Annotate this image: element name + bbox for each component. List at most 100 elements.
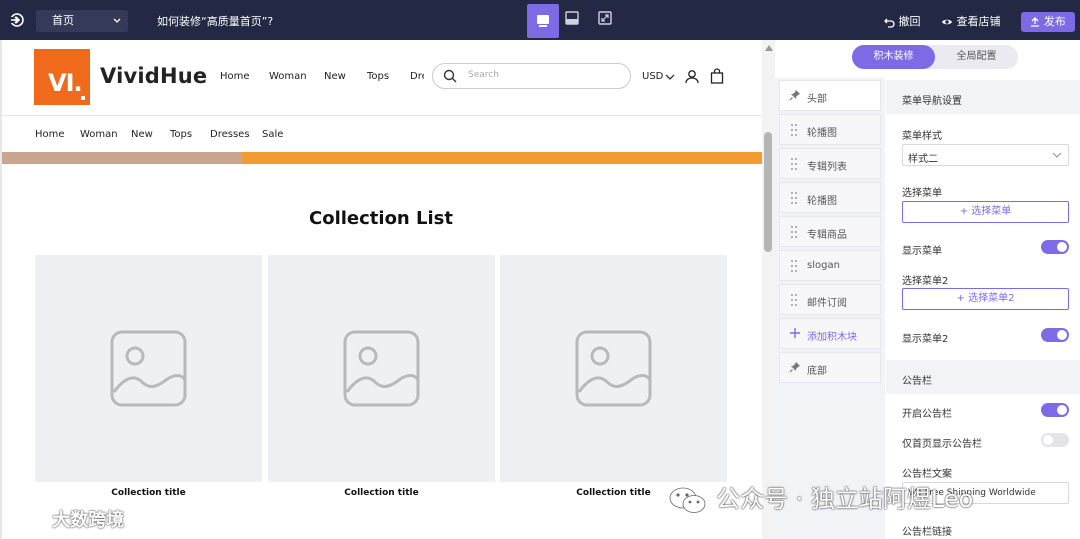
drag-handle-icon[interactable] xyxy=(791,124,797,136)
publish-label: 发布 xyxy=(1043,15,1066,28)
collection-card[interactable] xyxy=(268,255,495,482)
image-placeholder-icon xyxy=(343,330,420,407)
block-label: 轮播图 xyxy=(807,196,837,207)
collection-title[interactable]: Collection title xyxy=(35,488,262,498)
nav-primary-woman[interactable]: Woman xyxy=(269,71,307,82)
add-block-button[interactable]: 添加积木块 xyxy=(779,318,881,349)
block-footer[interactable]: 底部 xyxy=(779,352,881,383)
page-select-value: 首页 xyxy=(52,14,74,27)
block-label: slogan xyxy=(807,260,840,271)
undo-icon xyxy=(884,18,895,28)
publish-button[interactable]: 发布 xyxy=(1021,12,1075,32)
show-menu2-toggle[interactable] xyxy=(1041,328,1069,342)
drag-handle-icon[interactable] xyxy=(791,260,797,272)
nav-secondary-woman[interactable]: Woman xyxy=(80,129,118,140)
eye-icon xyxy=(942,19,952,25)
fullscreen-icon[interactable] xyxy=(598,11,612,25)
watermark-left: 大数跨境 xyxy=(8,506,124,532)
watermark-left-text: 大数跨境 xyxy=(52,510,125,531)
exit-icon[interactable] xyxy=(8,11,26,29)
home-only-announcement-label: 仅首页显示公告栏 xyxy=(902,439,982,450)
store-brand-name[interactable]: VividHue xyxy=(100,64,207,88)
drag-handle-icon[interactable] xyxy=(791,192,797,204)
collection-card[interactable] xyxy=(500,255,727,482)
shopping-bag-icon[interactable] xyxy=(710,68,724,84)
add-block-label: 添加积木块 xyxy=(807,332,857,343)
select-menu-button[interactable]: + 选择菜单 xyxy=(902,201,1069,223)
user-icon[interactable] xyxy=(685,69,699,84)
drag-handle-icon[interactable] xyxy=(791,294,797,306)
chevron-down-icon xyxy=(113,18,121,23)
home-only-announcement-toggle[interactable] xyxy=(1041,433,1069,447)
store-logo[interactable]: VI. xyxy=(34,49,90,105)
scrollbar-thumb[interactable] xyxy=(764,132,772,252)
announcement-link-label: 公告栏链接 xyxy=(902,527,952,538)
section-title: 菜单导航设置 xyxy=(902,96,962,107)
view-store-label: 查看店铺 xyxy=(956,15,1001,28)
search-placeholder: Search xyxy=(468,70,499,80)
scroll-up-arrow-icon[interactable] xyxy=(765,45,773,51)
pin-icon xyxy=(789,90,800,101)
block-label: 邮件订阅 xyxy=(807,298,847,309)
undo-button[interactable]: 撤回 xyxy=(884,13,921,29)
undo-label: 撤回 xyxy=(898,15,921,28)
enable-announcement-toggle[interactable] xyxy=(1041,403,1069,417)
tablet-layout-icon[interactable] xyxy=(565,11,579,25)
nav-secondary-tops[interactable]: Tops xyxy=(170,129,192,140)
show-menu-toggle[interactable] xyxy=(1041,240,1069,254)
tab-blocks[interactable]: 积木装修 xyxy=(852,45,935,69)
panel-tabs: 积木装修 全局配置 xyxy=(775,40,1080,76)
collection-title[interactable]: Collection title xyxy=(268,488,495,498)
store-preview-canvas[interactable]: VI. VividHue Home Woman New Tops Dre Sea… xyxy=(0,40,775,539)
block-label: 轮播图 xyxy=(807,128,837,139)
tab-global-config[interactable]: 全局配置 xyxy=(935,45,1018,69)
header-divider xyxy=(2,115,762,116)
enable-announcement-label: 开启公告栏 xyxy=(902,409,952,420)
drag-handle-icon[interactable] xyxy=(791,158,797,170)
block-carousel-2[interactable]: 轮播图 xyxy=(779,182,881,213)
nav-primary-overflow: Dre xyxy=(410,68,424,88)
nav-primary-new[interactable]: New xyxy=(324,71,346,82)
panel-tab-group: 积木装修 全局配置 xyxy=(852,45,1018,69)
currency-selector[interactable]: USD xyxy=(642,71,663,82)
canvas-scrollbar[interactable] xyxy=(762,40,775,539)
wechat-icon xyxy=(669,487,706,513)
select-menu2-button[interactable]: + 选择菜单2 xyxy=(902,288,1069,310)
image-placeholder-icon xyxy=(575,330,652,407)
block-header[interactable]: 头部 xyxy=(779,80,881,111)
nav-secondary-dresses[interactable]: Dresses xyxy=(210,129,250,140)
block-carousel[interactable]: 轮播图 xyxy=(779,114,881,145)
block-list: 头部 轮播图 专辑列表 轮播图 专辑商品 slogan 邮件订阅 添加积木块 底… xyxy=(775,78,885,539)
page-select[interactable]: 首页 xyxy=(36,10,128,32)
device-desktop-button[interactable] xyxy=(527,4,559,38)
block-label: 头部 xyxy=(807,94,827,105)
section-header-menu-nav: 菜单导航设置 xyxy=(886,80,1080,114)
nav-secondary-sale[interactable]: Sale xyxy=(262,129,283,140)
menu-style-select[interactable]: 样式二 xyxy=(902,144,1069,166)
block-collection-list[interactable]: 专辑列表 xyxy=(779,148,881,179)
select-menu2-label: 选择菜单2 xyxy=(902,276,949,287)
drag-handle-icon[interactable] xyxy=(791,226,797,238)
chevron-down-icon xyxy=(665,74,675,80)
nav-primary-tops[interactable]: Tops xyxy=(367,71,389,82)
block-slogan[interactable]: slogan xyxy=(779,250,881,281)
view-store-button[interactable]: 查看店铺 xyxy=(941,13,1001,29)
editor-topbar: 首页 如何装修“高质量首页”? 撤回 查看店铺 发布 xyxy=(0,0,1080,40)
watermark-right: 公众号 · 独立站阿煜Leo xyxy=(668,479,973,515)
search-icon xyxy=(443,69,457,83)
nav-secondary-home[interactable]: Home xyxy=(35,129,65,140)
logo-text: VI. xyxy=(48,69,83,97)
nav-primary-home[interactable]: Home xyxy=(220,71,250,82)
block-email-subscribe[interactable]: 邮件订阅 xyxy=(779,284,881,315)
upload-icon xyxy=(1031,17,1040,27)
block-collection-products[interactable]: 专辑商品 xyxy=(779,216,881,247)
watermark-right-text: 公众号 · 独立站阿煜Leo xyxy=(716,485,974,513)
nav-secondary-new[interactable]: New xyxy=(131,129,153,140)
collection-card[interactable] xyxy=(35,255,262,482)
menu-style-value: 样式二 xyxy=(908,154,938,165)
pin-icon xyxy=(789,362,800,373)
store-search-input[interactable]: Search xyxy=(432,63,631,89)
brand-logo-icon xyxy=(10,514,45,529)
nav-primary-dresses[interactable]: Dre xyxy=(410,71,424,82)
block-label: 专辑商品 xyxy=(807,230,847,241)
